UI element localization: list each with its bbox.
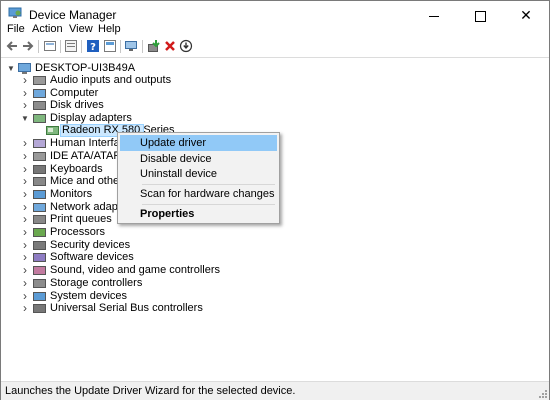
forward-icon[interactable] — [21, 39, 35, 53]
keyboard-icon — [33, 165, 46, 174]
hid-icon — [33, 139, 46, 148]
context-update-driver[interactable]: Update driver — [120, 135, 277, 151]
sound-icon — [33, 266, 46, 275]
tree-category[interactable]: › Disk drives — [21, 99, 221, 112]
tree-category[interactable]: › Storage controllers — [21, 277, 221, 290]
software-icon — [33, 253, 46, 262]
display-adapter-icon — [33, 114, 46, 123]
context-item-label: Scan for hardware changes — [140, 188, 275, 200]
tree-category[interactable]: › Universal Serial Bus controllers — [21, 302, 221, 315]
context-item-label: Update driver — [140, 137, 207, 149]
toolbar-separator — [81, 40, 82, 53]
toolbar-separator — [120, 40, 121, 53]
toolbar-separator — [142, 40, 143, 53]
category-label: Software devices — [50, 251, 134, 263]
context-item-label: Properties — [140, 208, 195, 220]
ide-icon — [33, 152, 46, 161]
tree-category[interactable]: › Processors — [21, 226, 221, 239]
computer-icon — [33, 89, 46, 98]
monitor-icon[interactable] — [124, 39, 138, 53]
device-manager-window: Device Manager ✕ File Action View Help ?… — [0, 0, 550, 400]
display-adapter-icon — [46, 126, 59, 135]
collapse-chevron-icon[interactable]: ▼ — [21, 112, 29, 125]
menu-help[interactable]: Help — [98, 23, 121, 35]
status-text: Launches the Update Driver Wizard for th… — [5, 385, 296, 397]
menu-view[interactable]: View — [69, 23, 93, 35]
uninstall-icon[interactable] — [163, 39, 177, 53]
context-properties[interactable]: Properties — [120, 206, 277, 222]
status-bar: Launches the Update Driver Wizard for th… — [1, 381, 549, 400]
window-title: Device Manager — [29, 8, 117, 22]
expand-chevron-icon[interactable]: › — [21, 99, 29, 112]
svg-text:?: ? — [90, 42, 96, 53]
expand-chevron-icon[interactable]: › — [21, 302, 29, 315]
processor-icon — [33, 228, 46, 237]
printer-icon — [33, 215, 46, 224]
category-label: Sound, video and game controllers — [50, 264, 220, 276]
category-label: Monitors — [50, 188, 93, 200]
toolbar-separator — [38, 40, 39, 53]
context-item-label: Disable device — [140, 153, 212, 165]
device-manager-icon — [8, 7, 22, 18]
category-label: Audio inputs and outputs — [50, 74, 172, 86]
show-tree-icon[interactable] — [103, 39, 117, 53]
menu-file[interactable]: File — [7, 23, 25, 35]
menu-action[interactable]: Action — [32, 23, 63, 35]
collapse-chevron-icon[interactable]: ▼ — [7, 62, 15, 75]
help-icon[interactable]: ? — [86, 39, 100, 53]
menu-bar: File Action View Help — [1, 21, 549, 38]
back-icon[interactable] — [5, 39, 19, 53]
scan-icon[interactable] — [179, 39, 193, 53]
minimize-icon — [429, 15, 439, 17]
monitor-icon — [33, 190, 46, 199]
resize-grip-icon[interactable] — [537, 388, 547, 398]
tree-category[interactable]: › Software devices — [21, 251, 221, 264]
category-label: Storage controllers — [50, 277, 143, 289]
speaker-icon — [33, 76, 46, 85]
security-icon — [33, 241, 46, 250]
toolbar: ? — [1, 38, 549, 55]
context-separator — [142, 184, 275, 185]
update-driver-icon[interactable] — [147, 39, 161, 53]
mouse-icon — [33, 177, 46, 186]
system-icon — [33, 292, 46, 301]
context-uninstall-device[interactable]: Uninstall device — [120, 166, 277, 182]
toolbar-separator — [60, 40, 61, 53]
disk-icon — [33, 101, 46, 110]
tree-category[interactable]: › Audio inputs and outputs — [21, 74, 221, 87]
category-label: Print queues — [50, 213, 112, 225]
toolbar-divider — [1, 57, 549, 58]
network-icon — [33, 203, 46, 212]
category-label: Disk drives — [50, 99, 104, 111]
context-separator — [142, 204, 275, 205]
properties-icon[interactable] — [43, 39, 57, 53]
context-scan-hardware[interactable]: Scan for hardware changes — [120, 186, 277, 202]
context-item-label: Uninstall device — [140, 168, 218, 180]
context-menu: Update driver Disable device Uninstall d… — [117, 132, 280, 224]
storage-icon — [33, 279, 46, 288]
show-hidden-icon[interactable] — [64, 39, 78, 53]
category-label: Processors — [50, 226, 106, 238]
category-label: Universal Serial Bus controllers — [50, 302, 203, 314]
context-disable-device[interactable]: Disable device — [120, 151, 277, 167]
usb-icon — [33, 304, 46, 313]
tree-category[interactable]: › Sound, video and game controllers — [21, 264, 221, 277]
